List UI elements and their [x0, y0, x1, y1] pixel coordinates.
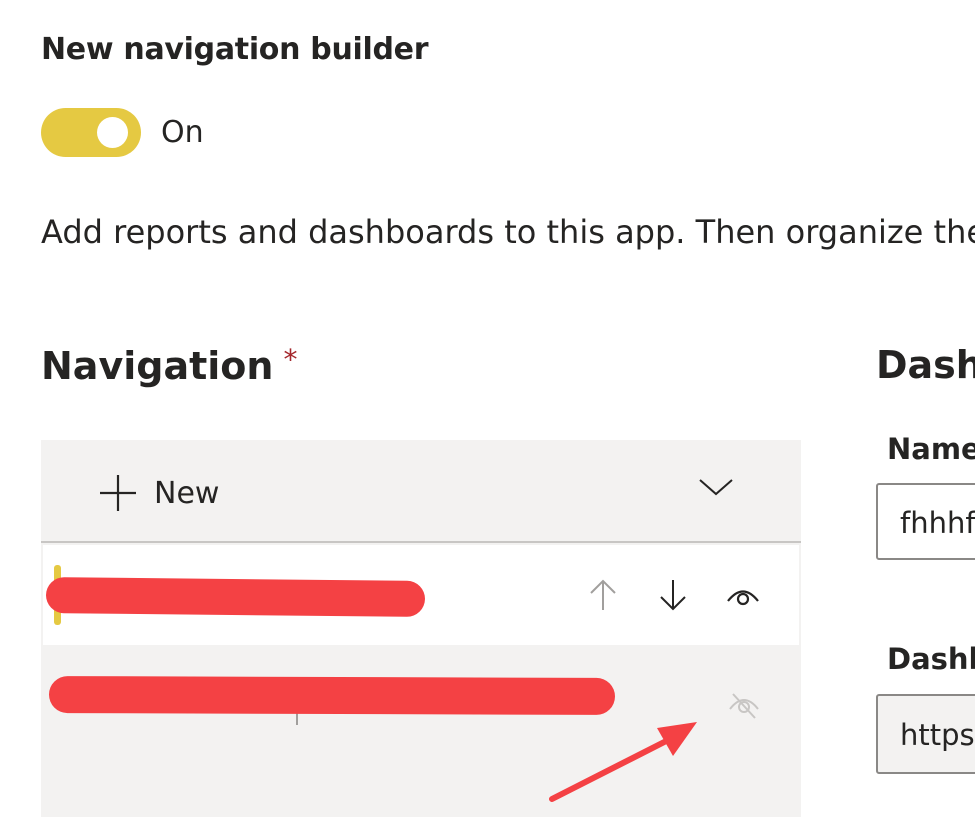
new-button[interactable]: New: [98, 473, 219, 513]
toggle-state-label: On: [161, 115, 204, 150]
new-toolbar: New: [41, 440, 801, 543]
text-caret: [296, 713, 298, 725]
navigation-heading-text: Navigation: [41, 344, 274, 388]
chevron-down-icon[interactable]: [698, 476, 734, 498]
name-input[interactable]: fhhhf: [876, 483, 975, 560]
navigation-builder-toggle[interactable]: [41, 108, 141, 157]
toggle-knob: [97, 117, 128, 148]
arrow-up-icon[interactable]: [585, 577, 621, 613]
annotation-arrow: [549, 722, 697, 802]
description-text: Add reports and dashboards to this app. …: [41, 213, 975, 251]
redacted-item-name-2: [48, 676, 616, 715]
navigation-heading: Navigation *: [41, 343, 297, 388]
dashboard-url-input[interactable]: https: [876, 694, 975, 774]
eye-hidden-icon[interactable]: [727, 691, 761, 721]
dashboard-url-label: Dashb: [887, 642, 975, 676]
arrow-down-icon[interactable]: [655, 577, 691, 613]
redacted-item-name-1: [45, 577, 426, 617]
required-mark: *: [283, 343, 298, 376]
details-heading: Dashb: [876, 343, 975, 387]
name-label: Name: [887, 432, 975, 466]
eye-icon[interactable]: [725, 582, 761, 608]
builder-title: New navigation builder: [41, 32, 429, 67]
new-button-label: New: [154, 475, 220, 511]
plus-icon: [100, 475, 136, 511]
